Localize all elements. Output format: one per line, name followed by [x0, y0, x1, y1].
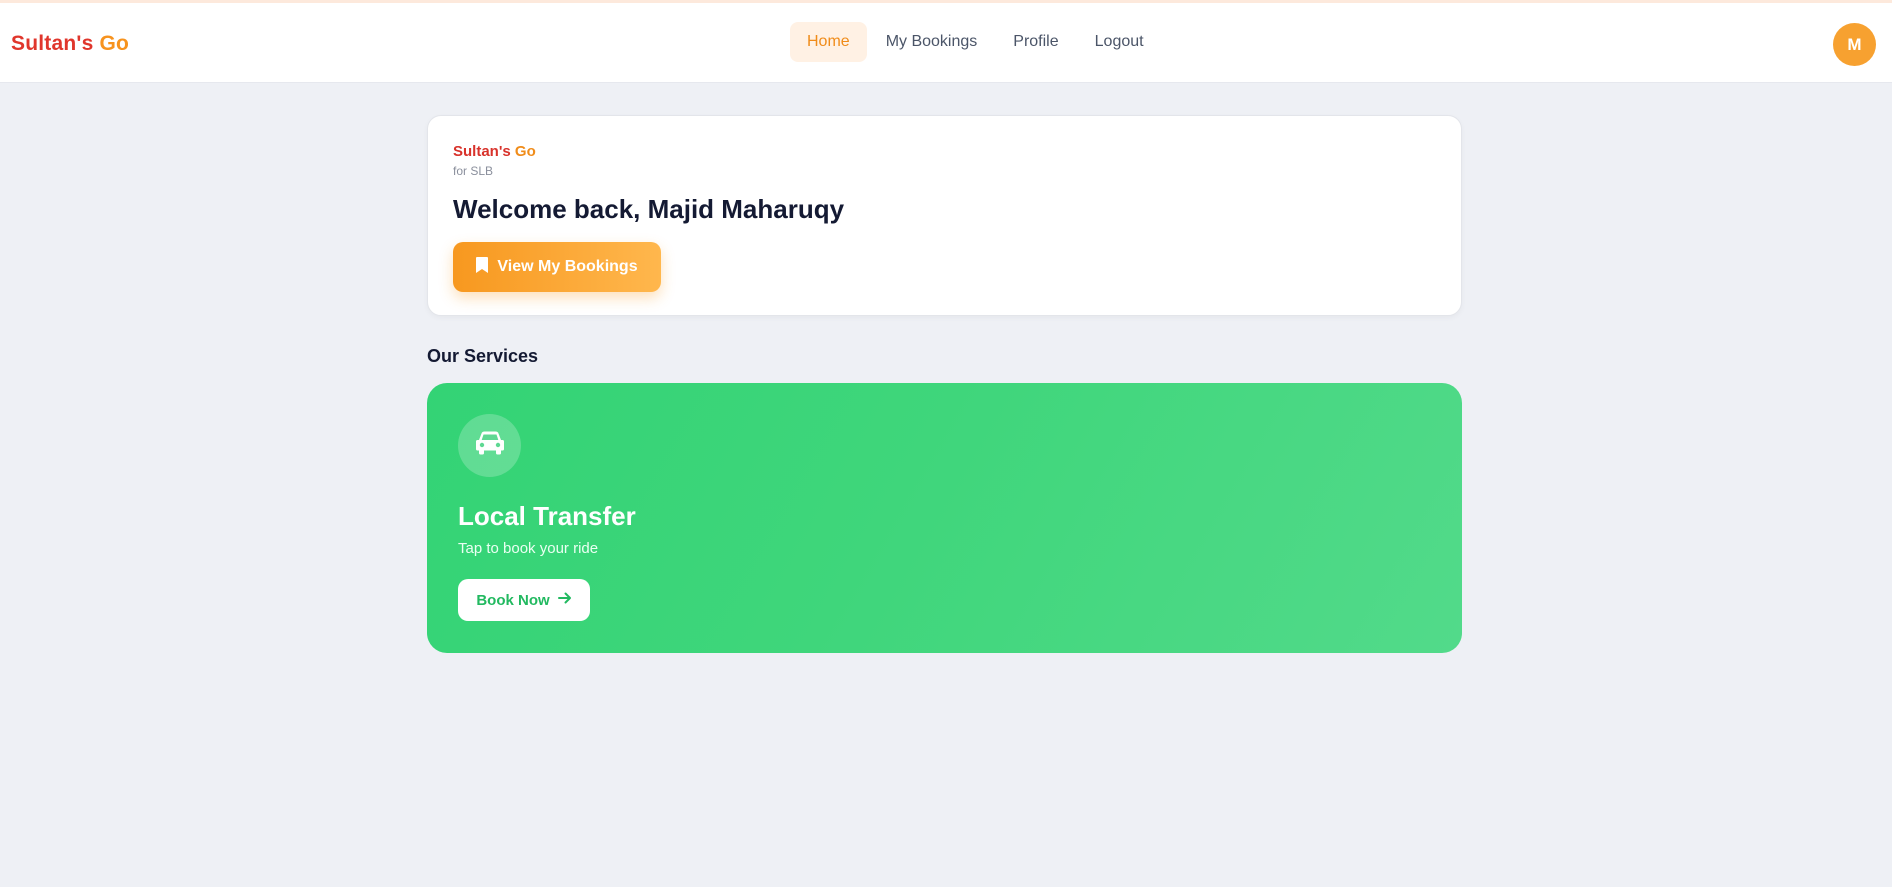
user-avatar[interactable]: M [1833, 23, 1876, 66]
logo-part2: Go [99, 32, 130, 55]
app-logo[interactable]: Sultan's Go [11, 32, 129, 56]
nav-item-logout[interactable]: Logout [1078, 22, 1161, 62]
nav-item-my-bookings[interactable]: My Bookings [869, 22, 995, 62]
bookmark-icon [476, 256, 489, 278]
service-title: Local Transfer [458, 501, 636, 531]
book-now-label: Book Now [476, 591, 550, 609]
top-navbar: Sultan's Go Home My Bookings Profile Log… [0, 3, 1892, 83]
service-card-local-transfer[interactable]: Local Transfer Tap to book your ride Boo… [427, 383, 1462, 653]
welcome-card: Sultan's Go for SLB Welcome back, Majid … [427, 115, 1462, 316]
welcome-brand-part2: Go [514, 143, 536, 160]
service-subtitle: Tap to book your ride [458, 540, 599, 557]
book-now-button[interactable]: Book Now [458, 579, 590, 621]
welcome-brand-subtitle: for SLB [453, 164, 494, 178]
nav-item-profile[interactable]: Profile [996, 22, 1075, 62]
arrow-right-icon [557, 591, 572, 609]
view-my-bookings-label: View My Bookings [497, 258, 638, 275]
logo-part1: Sultan's [11, 32, 94, 55]
main-nav: Home My Bookings Profile Logout [790, 22, 1161, 62]
nav-item-home[interactable]: Home [790, 22, 867, 62]
services-section-title: Our Services [427, 346, 539, 366]
service-icon-circle [458, 414, 521, 477]
welcome-title: Welcome back, Majid Maharuqy [453, 194, 845, 224]
welcome-brand-part1: Sultan's [453, 143, 511, 160]
car-icon [475, 430, 505, 461]
welcome-brand: Sultan's Go [453, 143, 536, 160]
view-my-bookings-button[interactable]: View My Bookings [453, 242, 661, 292]
